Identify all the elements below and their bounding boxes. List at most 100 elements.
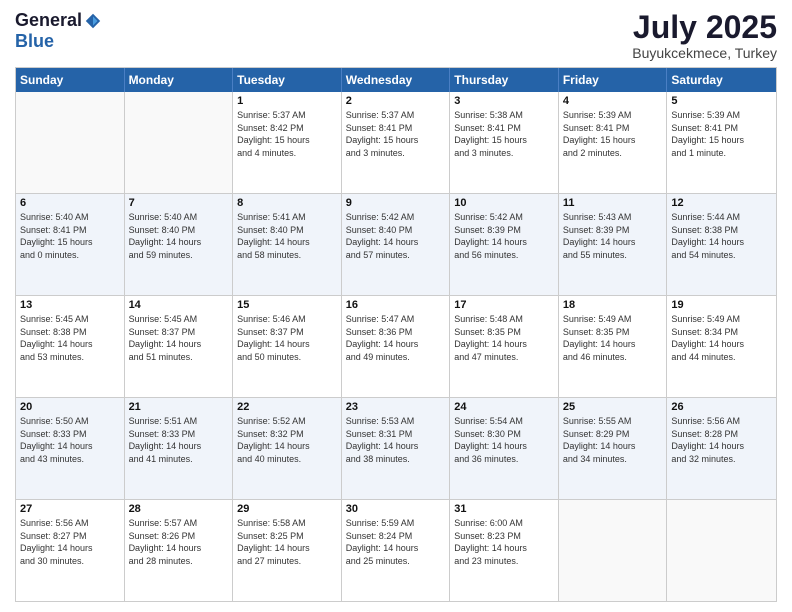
header-day-tuesday: Tuesday (233, 68, 342, 92)
cell-info: Sunrise: 5:56 AMSunset: 8:27 PMDaylight:… (20, 517, 120, 567)
calendar-cell: 18 Sunrise: 5:49 AMSunset: 8:35 PMDayligh… (559, 296, 668, 397)
calendar-cell: 30Sunrise: 5:59 AMSunset: 8:24 PMDayligh… (342, 500, 451, 601)
cell-info: Sunrise: 5:53 AMSunset: 8:31 PMDaylight:… (346, 415, 446, 465)
cell-info: Sunrise: 5:42 AMSunset: 8:39 PMDaylight:… (454, 211, 554, 261)
calendar-row-4: 27Sunrise: 5:56 AMSunset: 8:27 PMDayligh… (16, 499, 776, 601)
day-number: 1 (237, 95, 337, 107)
day-number: 19 (671, 299, 772, 311)
calendar-cell (559, 500, 668, 601)
cell-info: Sunrise: 5:39 AMSunset: 8:41 PMDaylight:… (671, 109, 772, 159)
page-header: General Blue July 2025 Buyukcekmece, Tur… (15, 10, 777, 61)
calendar-cell: 3Sunrise: 5:38 AMSunset: 8:41 PMDaylight… (450, 92, 559, 193)
day-number: 9 (346, 197, 446, 209)
cell-info: Sunrise: 5:40 AMSunset: 8:40 PMDaylight:… (129, 211, 229, 261)
calendar-cell: 25Sunrise: 5:55 AMSunset: 8:29 PMDayligh… (559, 398, 668, 499)
calendar-row-3: 20 Sunrise: 5:50 AMSunset: 8:33 PMDayligh… (16, 397, 776, 499)
day-number: 25 (563, 401, 663, 413)
cell-info: Sunrise: 5:45 AMSunset: 8:37 PMDaylight:… (129, 313, 229, 363)
calendar-cell: 31 Sunrise: 6:00 AMSunset: 8:23 PMDayligh… (450, 500, 559, 601)
cell-info: Sunrise: 5:58 AMSunset: 8:25 PMDaylight:… (237, 517, 337, 567)
header-day-thursday: Thursday (450, 68, 559, 92)
header-day-monday: Monday (125, 68, 234, 92)
calendar-cell: 5 Sunrise: 5:39 AMSunset: 8:41 PMDaylight… (667, 92, 776, 193)
day-number: 20 (20, 401, 120, 413)
cell-info: Sunrise: 5:42 AMSunset: 8:40 PMDaylight:… (346, 211, 446, 261)
calendar-cell: 11Sunrise: 5:43 AMSunset: 8:39 PMDayligh… (559, 194, 668, 295)
calendar-cell: 28 Sunrise: 5:57 AMSunset: 8:26 PMDayligh… (125, 500, 234, 601)
day-number: 18 (563, 299, 663, 311)
day-number: 17 (454, 299, 554, 311)
calendar-cell: 13Sunrise: 5:45 AMSunset: 8:38 PMDayligh… (16, 296, 125, 397)
day-number: 13 (20, 299, 120, 311)
day-number: 16 (346, 299, 446, 311)
cell-info: Sunrise: 5:46 AMSunset: 8:37 PMDaylight:… (237, 313, 337, 363)
calendar-cell (667, 500, 776, 601)
logo-icon (84, 12, 102, 30)
calendar-cell: 19 Sunrise: 5:49 AMSunset: 8:34 PMDayligh… (667, 296, 776, 397)
cell-info: Sunrise: 5:51 AMSunset: 8:33 PMDaylight:… (129, 415, 229, 465)
calendar-cell: 9 Sunrise: 5:42 AMSunset: 8:40 PMDaylight… (342, 194, 451, 295)
calendar-cell: 2 Sunrise: 5:37 AMSunset: 8:41 PMDaylight… (342, 92, 451, 193)
cell-info: Sunrise: 5:50 AMSunset: 8:33 PMDaylight:… (20, 415, 120, 465)
header-day-wednesday: Wednesday (342, 68, 451, 92)
calendar-cell: 10 Sunrise: 5:42 AMSunset: 8:39 PMDayligh… (450, 194, 559, 295)
calendar-cell: 15 Sunrise: 5:46 AMSunset: 8:37 PMDayligh… (233, 296, 342, 397)
calendar-header: SundayMondayTuesdayWednesdayThursdayFrid… (16, 68, 776, 92)
cell-info: Sunrise: 5:47 AMSunset: 8:36 PMDaylight:… (346, 313, 446, 363)
day-number: 24 (454, 401, 554, 413)
calendar-cell: 21Sunrise: 5:51 AMSunset: 8:33 PMDayligh… (125, 398, 234, 499)
title-block: July 2025 Buyukcekmece, Turkey (632, 10, 777, 61)
day-number: 5 (671, 95, 772, 107)
logo: General Blue (15, 10, 102, 52)
day-number: 2 (346, 95, 446, 107)
calendar: SundayMondayTuesdayWednesdayThursdayFrid… (15, 67, 777, 602)
location: Buyukcekmece, Turkey (632, 45, 777, 61)
day-number: 22 (237, 401, 337, 413)
cell-info: Sunrise: 5:37 AMSunset: 8:42 PMDaylight:… (237, 109, 337, 159)
day-number: 31 (454, 503, 554, 515)
calendar-cell (125, 92, 234, 193)
cell-info: Sunrise: 5:40 AMSunset: 8:41 PMDaylight:… (20, 211, 120, 261)
day-number: 12 (671, 197, 772, 209)
calendar-cell: 16 Sunrise: 5:47 AMSunset: 8:36 PMDayligh… (342, 296, 451, 397)
calendar-cell: 8Sunrise: 5:41 AMSunset: 8:40 PMDaylight… (233, 194, 342, 295)
calendar-cell: 7 Sunrise: 5:40 AMSunset: 8:40 PMDaylight… (125, 194, 234, 295)
cell-info: Sunrise: 5:56 AMSunset: 8:28 PMDaylight:… (671, 415, 772, 465)
logo-general: General (15, 10, 82, 31)
cell-info: Sunrise: 5:54 AMSunset: 8:30 PMDaylight:… (454, 415, 554, 465)
calendar-cell: 4Sunrise: 5:39 AMSunset: 8:41 PMDaylight… (559, 92, 668, 193)
day-number: 7 (129, 197, 229, 209)
day-number: 15 (237, 299, 337, 311)
calendar-cell: 1 Sunrise: 5:37 AMSunset: 8:42 PMDaylight… (233, 92, 342, 193)
header-day-friday: Friday (559, 68, 668, 92)
cell-info: Sunrise: 5:44 AMSunset: 8:38 PMDaylight:… (671, 211, 772, 261)
calendar-cell: 22Sunrise: 5:52 AMSunset: 8:32 PMDayligh… (233, 398, 342, 499)
cell-info: Sunrise: 5:37 AMSunset: 8:41 PMDaylight:… (346, 109, 446, 159)
day-number: 3 (454, 95, 554, 107)
calendar-cell: 29 Sunrise: 5:58 AMSunset: 8:25 PMDayligh… (233, 500, 342, 601)
calendar-row-1: 6Sunrise: 5:40 AMSunset: 8:41 PMDaylight… (16, 193, 776, 295)
day-number: 30 (346, 503, 446, 515)
calendar-cell (16, 92, 125, 193)
header-day-saturday: Saturday (667, 68, 776, 92)
logo-blue: Blue (15, 31, 54, 51)
calendar-row-2: 13Sunrise: 5:45 AMSunset: 8:38 PMDayligh… (16, 295, 776, 397)
cell-info: Sunrise: 5:49 AMSunset: 8:35 PMDaylight:… (563, 313, 663, 363)
cell-info: Sunrise: 5:43 AMSunset: 8:39 PMDaylight:… (563, 211, 663, 261)
calendar-cell: 6Sunrise: 5:40 AMSunset: 8:41 PMDaylight… (16, 194, 125, 295)
calendar-row-0: 1 Sunrise: 5:37 AMSunset: 8:42 PMDaylight… (16, 92, 776, 193)
calendar-cell: 17Sunrise: 5:48 AMSunset: 8:35 PMDayligh… (450, 296, 559, 397)
day-number: 10 (454, 197, 554, 209)
day-number: 28 (129, 503, 229, 515)
cell-info: Sunrise: 6:00 AMSunset: 8:23 PMDaylight:… (454, 517, 554, 567)
cell-info: Sunrise: 5:57 AMSunset: 8:26 PMDaylight:… (129, 517, 229, 567)
day-number: 23 (346, 401, 446, 413)
day-number: 29 (237, 503, 337, 515)
calendar-cell: 14Sunrise: 5:45 AMSunset: 8:37 PMDayligh… (125, 296, 234, 397)
calendar-body: 1 Sunrise: 5:37 AMSunset: 8:42 PMDaylight… (16, 92, 776, 601)
calendar-cell: 23 Sunrise: 5:53 AMSunset: 8:31 PMDayligh… (342, 398, 451, 499)
cell-info: Sunrise: 5:49 AMSunset: 8:34 PMDaylight:… (671, 313, 772, 363)
calendar-cell: 24 Sunrise: 5:54 AMSunset: 8:30 PMDayligh… (450, 398, 559, 499)
calendar-cell: 12 Sunrise: 5:44 AMSunset: 8:38 PMDayligh… (667, 194, 776, 295)
cell-info: Sunrise: 5:41 AMSunset: 8:40 PMDaylight:… (237, 211, 337, 261)
